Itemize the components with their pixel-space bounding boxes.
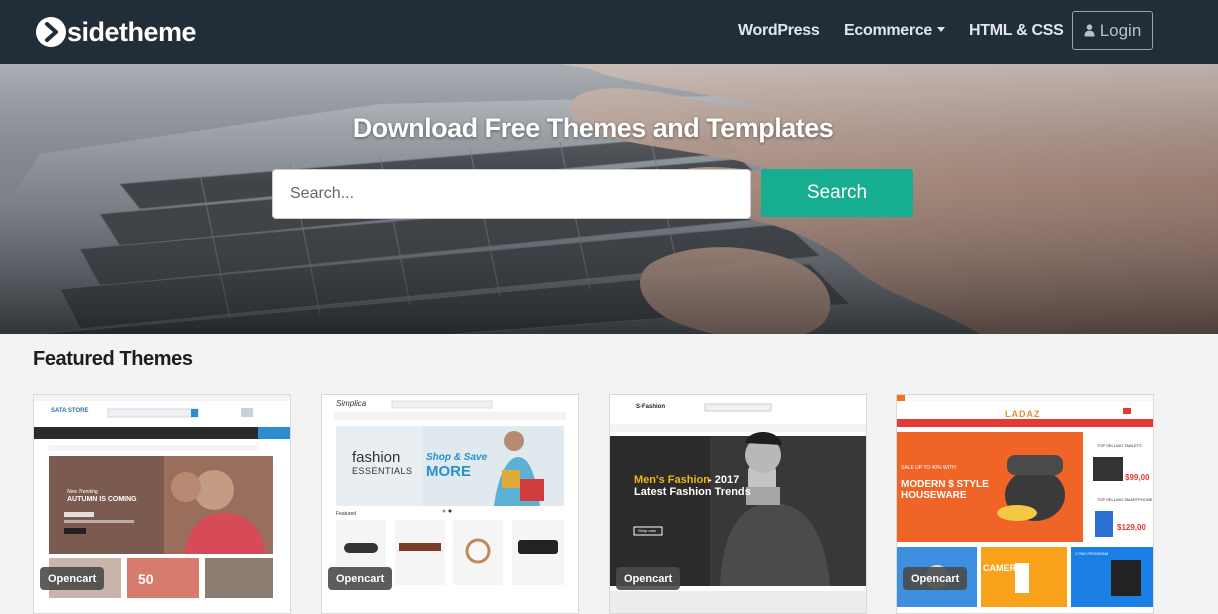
platform-badge: Opencart	[328, 567, 393, 590]
preview-price-a: $99,00	[1125, 473, 1150, 482]
platform-badge: Opencart	[903, 567, 968, 590]
preview-headline-c: Latest Fashion Trends	[634, 486, 751, 498]
search-input[interactable]	[272, 169, 751, 219]
caret-down-icon	[937, 27, 946, 32]
login-button[interactable]: Login	[1072, 11, 1153, 50]
theme-card[interactable]: S-Fashion Men's Fashion - 2017 Latest Fa…	[609, 394, 867, 614]
theme-card[interactable]: LADAZ SALE UP TO 40% WITH MODERN $ STYLE…	[896, 394, 1154, 614]
preview-tile-pad: 1 PAD PROGRAM	[1075, 551, 1109, 556]
preview-banner-right: Shop & Save	[426, 452, 488, 463]
preview-side-b: TOP SELLING SMARTPHONE	[1097, 497, 1153, 502]
preview-kicker: New Trending	[67, 489, 98, 495]
preview-promo-a: SALE UP TO 40% WITH	[901, 465, 956, 471]
preview-logo: SATA STORE	[51, 408, 89, 414]
top-navbar: sidetheme WordPress Ecommerce HTML & CSS…	[0, 0, 1218, 64]
search-button[interactable]: Search	[761, 169, 913, 217]
preview-logo: S-Fashion	[636, 404, 666, 410]
brand-logo[interactable]: sidetheme	[36, 14, 197, 50]
preview-banner-left-sub: ESSENTIALS	[352, 466, 413, 476]
preview-tile-camera: CAMERA	[983, 563, 1023, 573]
nav-link-html-css[interactable]: HTML & CSS	[969, 20, 1064, 42]
nav-ecommerce-label: Ecommerce	[844, 22, 933, 39]
platform-badge: Opencart	[616, 567, 681, 590]
hero-title: Download Free Themes and Templates	[352, 113, 834, 143]
theme-card[interactable]: SATA STORE New Trending AUTUMN IS COMING…	[33, 394, 291, 614]
play-chevron-icon	[36, 17, 66, 47]
preview-promo-b: MODERN $ STYLE	[901, 479, 989, 490]
preview-side-a: TOP SELLING TABLETS	[1097, 443, 1142, 448]
brand-name: sidetheme	[67, 17, 197, 47]
preview-banner-left: fashion	[352, 449, 401, 466]
nav-link-wordpress[interactable]: WordPress	[738, 20, 820, 42]
preview-cta: Shop now	[638, 528, 656, 533]
preview-logo: LADAZ	[1005, 409, 1041, 419]
preview-logo: Simplica	[336, 399, 367, 408]
preview-headline-b: - 2017	[708, 474, 740, 486]
hero-banner: Download Free Themes and Templates Searc…	[0, 64, 1218, 334]
login-label: Login	[1099, 20, 1142, 40]
preview-headline-a: Men's Fashion	[634, 474, 710, 486]
preview-promo-c: HOUSEWARE	[901, 490, 967, 501]
platform-badge: Opencart	[40, 567, 105, 590]
preview-banner-right-big: MORE	[426, 463, 471, 480]
preview-section: Featured	[336, 511, 357, 517]
featured-themes-heading: Featured Themes	[33, 348, 193, 370]
preview-price-b: $129,00	[1117, 523, 1146, 532]
preview-promo: 50	[138, 571, 154, 587]
preview-headline: AUTUMN IS COMING	[67, 496, 137, 503]
nav-dropdown-ecommerce[interactable]: Ecommerce	[844, 20, 946, 42]
theme-card[interactable]: Simplica fashion ESSENTIALS Shop & Save …	[321, 394, 579, 614]
user-icon	[1084, 24, 1095, 37]
